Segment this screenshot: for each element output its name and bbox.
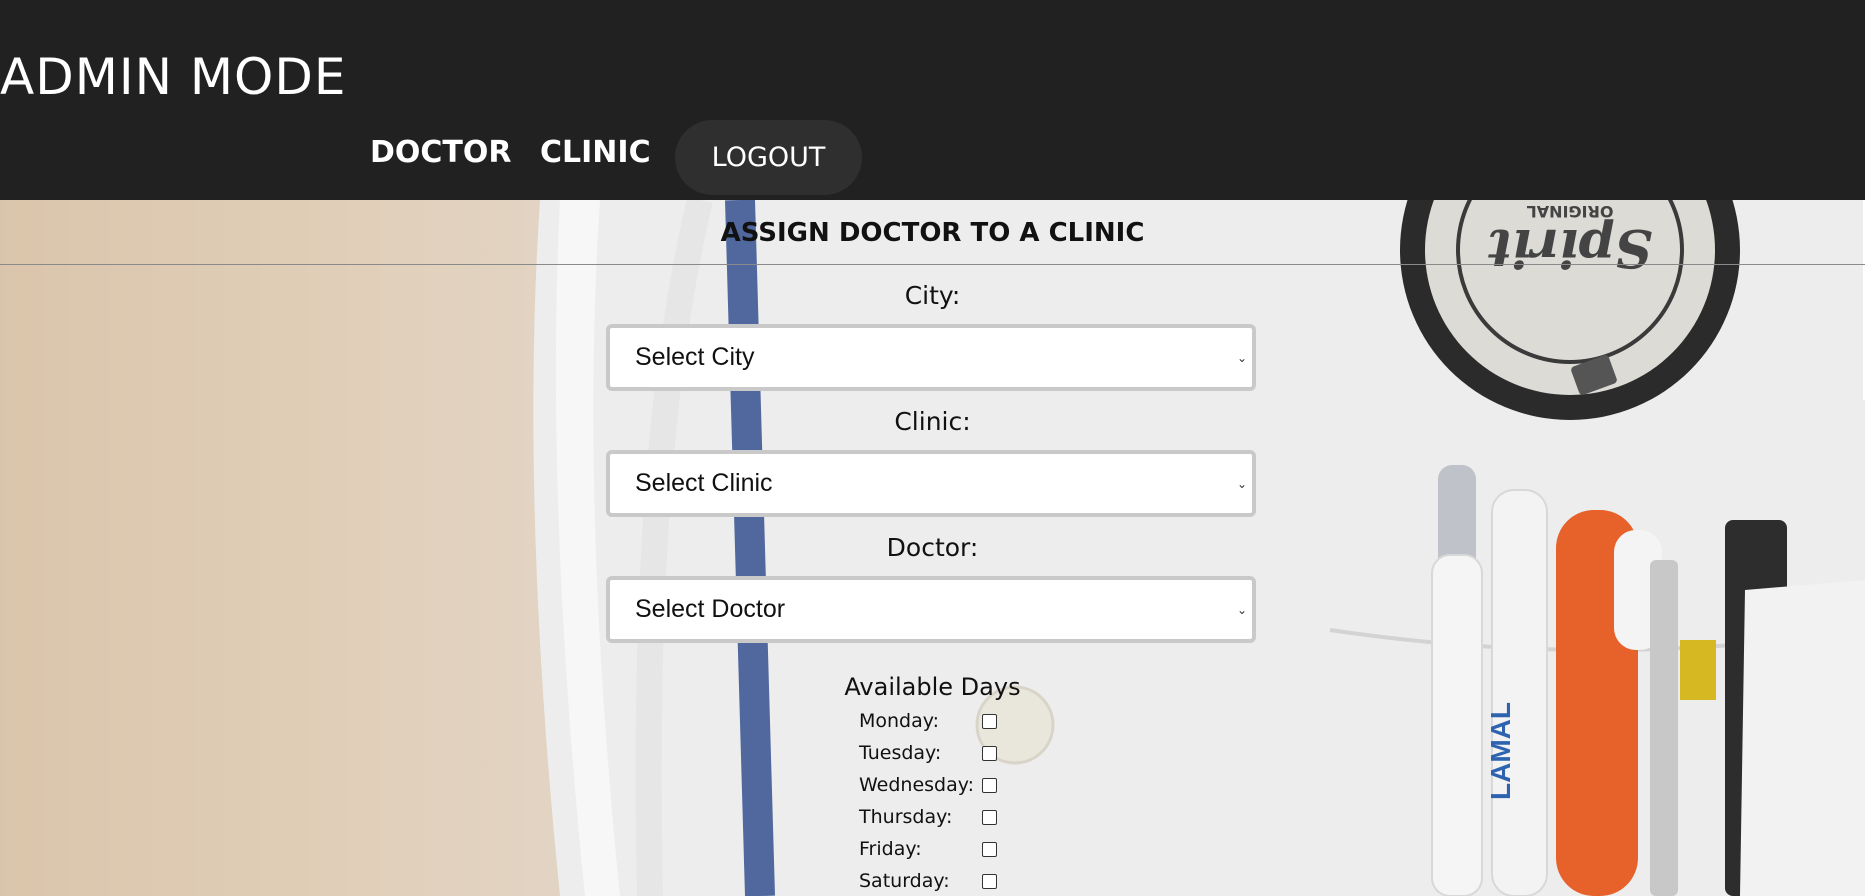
day-row-thursday: Thursday: — [859, 804, 1009, 834]
available-days-title: Available Days — [844, 673, 1021, 701]
clinic-label: Clinic: — [894, 407, 971, 436]
thursday-checkbox[interactable] — [982, 810, 997, 825]
pen-brand-text: LAMAL — [1485, 702, 1516, 800]
nav-clinic-link[interactable]: CLINIC — [540, 135, 651, 170]
doctor-select[interactable]: Select Doctor ⌄ — [606, 576, 1256, 643]
form-title: ASSIGN DOCTOR TO A CLINIC — [720, 218, 1145, 248]
friday-checkbox[interactable] — [982, 842, 997, 857]
day-row-friday: Friday: — [859, 836, 1009, 866]
city-select[interactable]: Select City ⌄ — [606, 324, 1256, 391]
title-divider — [0, 264, 1865, 265]
wednesday-checkbox[interactable] — [982, 778, 997, 793]
city-label: City: — [904, 281, 961, 310]
day-label: Wednesday: — [859, 774, 975, 796]
day-label: Monday: — [859, 710, 940, 732]
city-select-value: Select City — [635, 343, 755, 371]
clinic-select[interactable]: Select Clinic ⌄ — [606, 450, 1256, 517]
chevron-down-icon: ⌄ — [1236, 476, 1247, 491]
day-row-monday: Monday: — [859, 708, 1009, 738]
day-row-tuesday: Tuesday: — [859, 740, 1009, 770]
saturday-checkbox[interactable] — [982, 874, 997, 889]
day-label: Tuesday: — [859, 742, 942, 764]
top-navigation-bar: ADMIN MODE DOCTOR CLINIC LOGOUT — [0, 0, 1865, 200]
day-label: Thursday: — [859, 806, 953, 828]
doctor-select-value: Select Doctor — [635, 595, 786, 623]
nav-doctor-link[interactable]: DOCTOR — [370, 135, 512, 170]
day-row-wednesday: Wednesday: — [859, 772, 1009, 802]
tuesday-checkbox[interactable] — [982, 746, 997, 761]
day-label: Friday: — [859, 838, 922, 860]
app-title: ADMIN MODE — [0, 48, 347, 106]
chevron-down-icon: ⌄ — [1236, 602, 1247, 617]
clinic-select-value: Select Clinic — [635, 469, 773, 497]
monday-checkbox[interactable] — [982, 714, 997, 729]
logout-button[interactable]: LOGOUT — [675, 120, 862, 195]
chevron-down-icon: ⌄ — [1236, 350, 1247, 365]
day-row-saturday: Saturday: — [859, 868, 1009, 896]
doctor-label: Doctor: — [886, 533, 979, 562]
day-label: Saturday: — [859, 870, 950, 892]
